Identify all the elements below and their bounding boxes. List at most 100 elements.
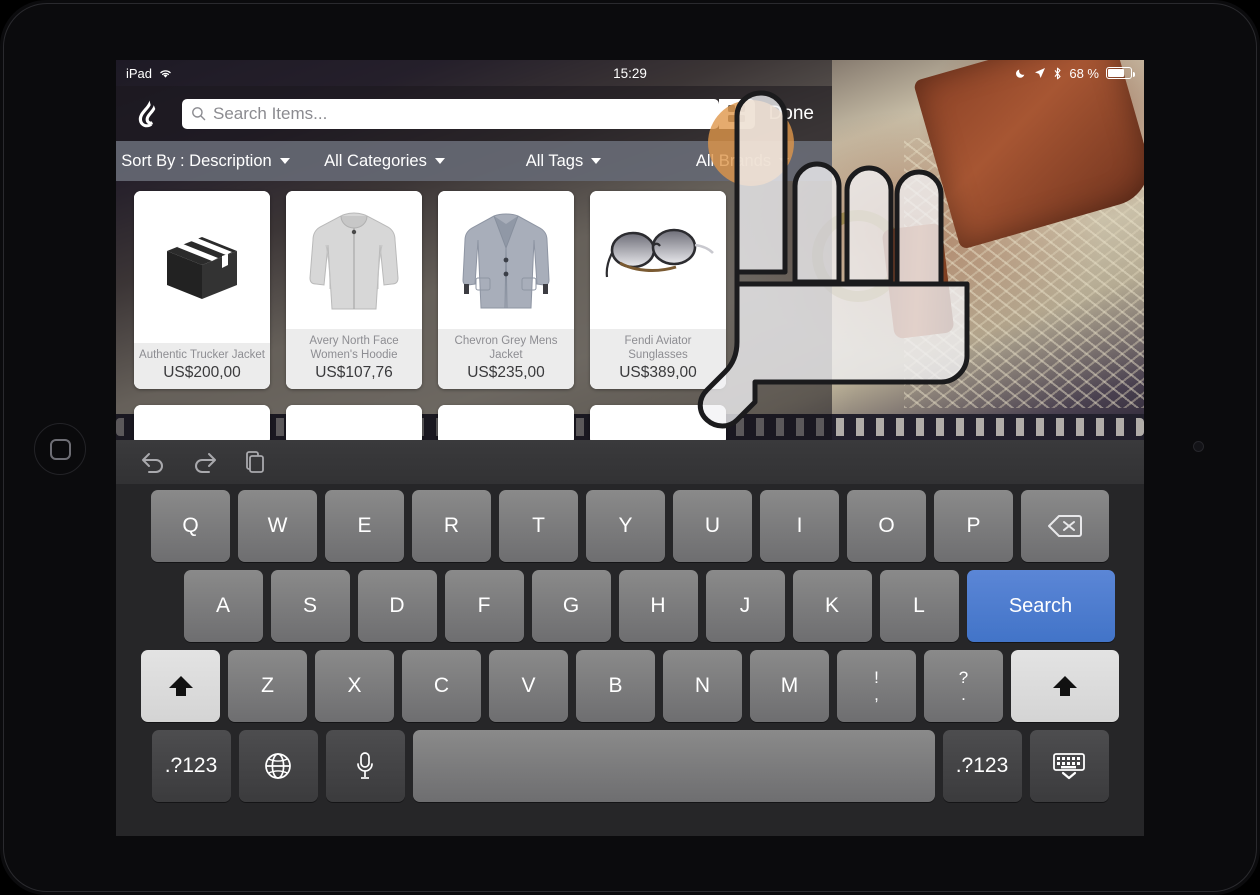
key-e[interactable]: E (325, 490, 404, 562)
home-button[interactable] (34, 423, 86, 475)
product-card[interactable]: Chevron Grey Mens Jacket US$235,00 (438, 191, 574, 389)
key-r[interactable]: R (412, 490, 491, 562)
product-card[interactable] (286, 405, 422, 440)
key-v[interactable]: V (489, 650, 568, 722)
search-icon (191, 106, 206, 121)
key-u[interactable]: U (673, 490, 752, 562)
undo-icon[interactable] (140, 451, 166, 473)
filter-all-categories[interactable]: All Categories (295, 152, 474, 171)
search-input[interactable]: Search Items... (182, 98, 719, 129)
product-image-box-placeholder-icon (134, 191, 270, 343)
key-w[interactable]: W (238, 490, 317, 562)
key-y[interactable]: Y (586, 490, 665, 562)
key-s[interactable]: S (270, 570, 350, 642)
lightspeed-logo-icon (132, 97, 166, 131)
product-card[interactable] (590, 405, 726, 440)
product-meta: Fendi Aviator Sunglasses US$389,00 (590, 329, 726, 389)
chevron-down-icon (279, 158, 290, 164)
key-t[interactable]: T (499, 490, 578, 562)
battery-percent-label: 68 % (1069, 65, 1099, 81)
key-exclamation-comma[interactable]: ! , (837, 650, 916, 722)
globe-icon[interactable] (238, 730, 318, 802)
key-m[interactable]: M (750, 650, 829, 722)
status-bar-right: 68 % (1015, 65, 1135, 81)
product-grid: Authentic Trucker Jacket US$200,00 Avery… (116, 181, 832, 440)
key-k[interactable]: K (792, 570, 872, 642)
numeric-key-right[interactable]: .?123 (942, 730, 1022, 802)
ipad-device-frame: iPad 15:29 68 % Search Items... Done Sor… (0, 0, 1260, 895)
on-screen-keyboard: Q W E R T Y U I O P A S D F G H J K L Se… (116, 440, 1144, 836)
key-c[interactable]: C (402, 650, 481, 722)
key-x[interactable]: X (315, 650, 394, 722)
chevron-down-icon (591, 158, 602, 164)
key-a[interactable]: A (183, 570, 263, 642)
keyboard-row-4: .?123 .?123 (124, 730, 1136, 802)
product-meta: Avery North Face Women's Hoodie US$107,7… (286, 329, 422, 389)
shift-up-arrow-icon (1053, 676, 1077, 696)
product-name: Chevron Grey Mens Jacket (454, 335, 558, 361)
product-price: US$107,76 (315, 364, 393, 381)
hide-keyboard-icon[interactable] (1029, 730, 1109, 802)
product-card[interactable]: Avery North Face Women's Hoodie US$107,7… (286, 191, 422, 389)
backspace-icon[interactable] (1021, 490, 1109, 562)
product-name: Authentic Trucker Jacket (139, 349, 265, 361)
key-q[interactable]: Q (151, 490, 230, 562)
key-d[interactable]: D (357, 570, 437, 642)
product-meta: Chevron Grey Mens Jacket US$235,00 (438, 329, 574, 389)
redo-icon[interactable] (192, 451, 218, 473)
key-period-bottom: . (961, 685, 966, 704)
key-i[interactable]: I (760, 490, 839, 562)
status-bar-time: 15:29 (613, 65, 647, 81)
keyboard-rows: Q W E R T Y U I O P A S D F G H J K L Se… (116, 484, 1144, 820)
chevron-down-icon (434, 158, 445, 164)
keyboard-row-2: A S D F G H J K L Search (124, 570, 1136, 642)
key-b[interactable]: B (576, 650, 655, 722)
search-key[interactable]: Search (966, 570, 1115, 642)
key-l[interactable]: L (879, 570, 959, 642)
bluetooth-icon (1053, 67, 1062, 80)
shift-right-key[interactable] (1011, 650, 1119, 722)
key-j[interactable]: J (705, 570, 785, 642)
filter-all-tags-label: All Tags (525, 151, 584, 170)
search-placeholder: Search Items... (213, 103, 328, 123)
product-card[interactable]: Fendi Aviator Sunglasses US$389,00 (590, 191, 726, 389)
key-g[interactable]: G (531, 570, 611, 642)
key-question-top: ? (958, 668, 969, 687)
filter-sort-by[interactable]: Sort By : Description (116, 152, 295, 171)
key-h[interactable]: H (618, 570, 698, 642)
product-price: US$235,00 (467, 364, 545, 381)
key-o[interactable]: O (847, 490, 926, 562)
key-p[interactable]: P (934, 490, 1013, 562)
status-bar: iPad 15:29 68 % (116, 60, 1144, 86)
key-f[interactable]: F (444, 570, 524, 642)
ipad-screen: iPad 15:29 68 % Search Items... Done Sor… (116, 60, 1144, 836)
numeric-key-left[interactable]: .?123 (151, 730, 231, 802)
moon-icon (1015, 67, 1027, 79)
location-arrow-icon (1034, 67, 1046, 79)
product-name: Fendi Aviator Sunglasses (624, 335, 692, 361)
filter-sort-by-label: Sort By : Description (121, 151, 272, 170)
key-n[interactable]: N (663, 650, 742, 722)
filter-all-tags[interactable]: All Tags (474, 152, 653, 171)
product-price: US$389,00 (619, 364, 697, 381)
keyboard-row-1: Q W E R T Y U I O P (124, 490, 1136, 562)
space-key[interactable] (412, 730, 935, 802)
front-camera (1193, 441, 1204, 452)
key-z[interactable]: Z (228, 650, 307, 722)
product-image-grey-hoodie (286, 191, 422, 329)
battery-icon (1106, 67, 1135, 79)
shift-left-key[interactable] (141, 650, 220, 722)
key-exclamation-top: ! (874, 668, 879, 687)
key-question-period[interactable]: ? . (924, 650, 1003, 722)
home-button-square-icon (49, 438, 71, 460)
product-name: Avery North Face Women's Hoodie (309, 335, 399, 361)
keyboard-toolbar (116, 440, 1144, 484)
product-card[interactable] (438, 405, 574, 440)
product-card[interactable] (134, 405, 270, 440)
product-meta: Authentic Trucker Jacket US$200,00 (134, 343, 270, 389)
product-price: US$200,00 (163, 364, 241, 381)
microphone-icon[interactable] (325, 730, 405, 802)
paste-icon[interactable] (244, 450, 266, 474)
shift-up-arrow-icon (168, 676, 193, 696)
product-card[interactable]: Authentic Trucker Jacket US$200,00 (134, 191, 270, 389)
